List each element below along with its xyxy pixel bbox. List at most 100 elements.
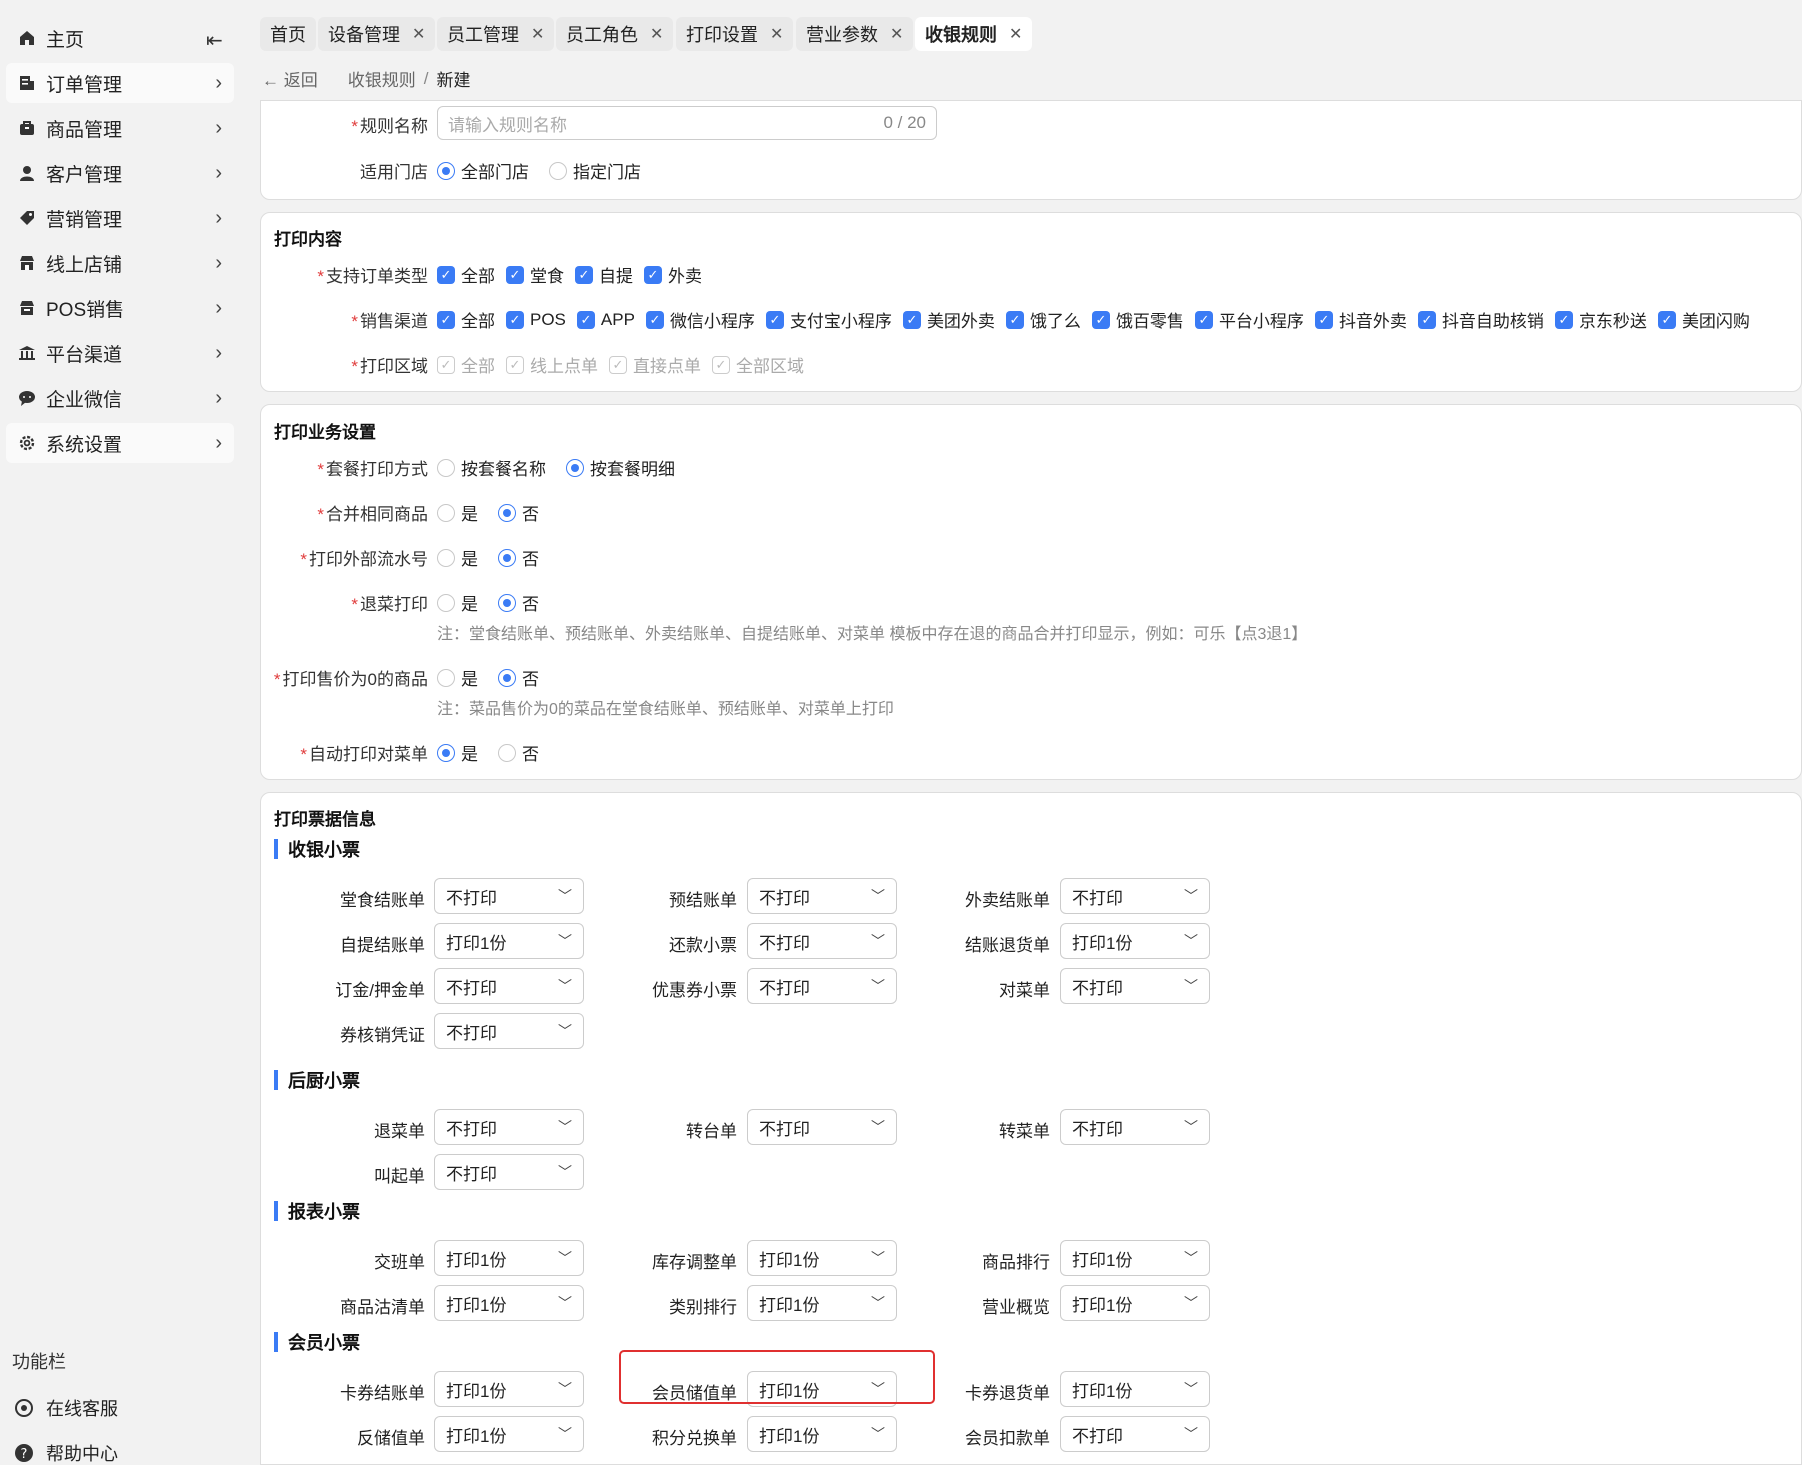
online-service-link[interactable]: 在线客服	[12, 1395, 118, 1421]
channels-checkbox[interactable]: ✓ 饿了么	[1005, 307, 1081, 332]
rule-name-label: * 规则名称	[351, 117, 428, 136]
rule-name-input[interactable]: 请输入规则名称 0 / 20	[437, 106, 937, 140]
ticket-select[interactable]: 不打印 ﹀	[434, 1109, 584, 1145]
print-zero-price-radio[interactable]: 是	[437, 665, 478, 690]
ticket-select[interactable]: 打印1份 ﹀	[434, 1371, 584, 1407]
sidebar-item-label: 客户管理	[46, 164, 123, 186]
merge-same-goods-radio[interactable]: 否	[498, 500, 539, 525]
refund-print-radio[interactable]: 否	[498, 590, 539, 615]
auto-print-checklist-radio[interactable]: 否	[498, 740, 539, 765]
areas-checkbox: ✓ 全部	[437, 352, 495, 377]
tab-7[interactable]: 收银规则 ✕	[915, 17, 1033, 51]
set-print-mode-radio[interactable]: 按套餐名称	[437, 455, 546, 480]
orderTypes-checkbox[interactable]: ✓ 自提	[575, 262, 633, 287]
tab-6[interactable]: 营业参数 ✕	[796, 17, 914, 51]
print-external-serial-radio[interactable]: 是	[437, 545, 478, 570]
close-icon[interactable]: ✕	[890, 24, 903, 44]
ticket-select-value: 打印1份	[759, 1295, 820, 1315]
tab-label: 收银规则	[925, 25, 997, 45]
ticket-select[interactable]: 不打印 ﹀	[1060, 878, 1210, 914]
close-icon[interactable]: ✕	[531, 24, 544, 44]
ticket-select[interactable]: 打印1份 ﹀	[434, 1240, 584, 1276]
sidebar-item-6[interactable]: 线上店铺 ›	[6, 243, 234, 283]
channels-checkbox[interactable]: ✓ 饿百零售	[1091, 307, 1184, 332]
set-print-mode-radio[interactable]: 按套餐明细	[566, 455, 675, 480]
ticket-select[interactable]: 打印1份 ﹀	[747, 1416, 897, 1452]
ticket-select[interactable]: 打印1份 ﹀	[1060, 1371, 1210, 1407]
back-button[interactable]: ← 返回	[262, 66, 318, 91]
sidebar-item-5[interactable]: 营销管理 ›	[6, 198, 234, 238]
channels-checkbox[interactable]: ✓ 微信小程序	[645, 307, 755, 332]
ticket-select[interactable]: 不打印 ﹀	[1060, 968, 1210, 1004]
tab-3[interactable]: 员工管理 ✕	[437, 17, 555, 51]
ticket-select[interactable]: 打印1份 ﹀	[1060, 923, 1210, 959]
ticket-select[interactable]: 打印1份 ﹀	[1060, 1240, 1210, 1276]
chevron-down-icon: ﹀	[871, 1250, 885, 1266]
sidebar-item-4[interactable]: 客户管理 ›	[6, 153, 234, 193]
sidebar-item-2[interactable]: 订单管理 ›	[6, 63, 234, 103]
orderTypes-checkbox[interactable]: ✓ 外卖	[644, 262, 702, 287]
close-icon[interactable]: ✕	[770, 24, 783, 44]
print-external-serial-radio[interactable]: 否	[498, 545, 539, 570]
close-icon[interactable]: ✕	[412, 24, 425, 44]
ticket-group-title: 会员小票	[274, 1329, 360, 1355]
check-icon: ✓	[506, 355, 524, 374]
channels-checkbox[interactable]: ✓ 美团外卖	[902, 307, 995, 332]
refund-print-radio[interactable]: 是	[437, 590, 478, 615]
channels-checkbox[interactable]: ✓ 美团闪购	[1657, 307, 1750, 332]
ticket-select[interactable]: 打印1份 ﹀	[747, 1285, 897, 1321]
close-icon[interactable]: ✕	[1009, 24, 1022, 44]
sidebar-item-7[interactable]: POS销售 ›	[6, 288, 234, 328]
channels-checkbox[interactable]: ✓ 全部	[437, 307, 495, 332]
auto-print-checklist-radio[interactable]: 是	[437, 740, 478, 765]
ticket-select[interactable]: 不打印 ﹀	[434, 968, 584, 1004]
ticket-select[interactable]: 打印1份 ﹀	[1060, 1285, 1210, 1321]
print-zero-price-radio[interactable]: 否	[498, 665, 539, 690]
ticket-select[interactable]: 打印1份 ﹀	[434, 1285, 584, 1321]
tab-5[interactable]: 打印设置 ✕	[676, 17, 794, 51]
sidebar-item-9[interactable]: 企业微信 ›	[6, 378, 234, 418]
order-icon	[16, 72, 38, 94]
ticket-select[interactable]: 打印1份 ﹀	[434, 1416, 584, 1452]
sidebar-item-3[interactable]: 商品管理 ›	[6, 108, 234, 148]
chevron-down-icon: ﹀	[558, 933, 572, 949]
merge-same-goods-radio[interactable]: 是	[437, 500, 478, 525]
channels-checkbox[interactable]: ✓ 抖音外卖	[1314, 307, 1407, 332]
ticket-select[interactable]: 不打印 ﹀	[747, 968, 897, 1004]
tab-2[interactable]: 设备管理 ✕	[318, 17, 436, 51]
store-specific-radio[interactable]: 指定门店	[549, 158, 641, 183]
sidebar-item-10[interactable]: 系统设置 ›	[6, 423, 234, 463]
tab-4[interactable]: 员工角色 ✕	[556, 17, 674, 51]
ticket-select[interactable]: 不打印 ﹀	[1060, 1109, 1210, 1145]
close-icon[interactable]: ✕	[650, 24, 663, 44]
breadcrumb-parent[interactable]: 收银规则	[348, 66, 416, 91]
ticket-select[interactable]: 不打印 ﹀	[434, 1013, 584, 1049]
store-all-radio[interactable]: 全部门店	[437, 158, 529, 183]
orderTypes-checkbox[interactable]: ✓ 全部	[437, 262, 495, 287]
tab-1[interactable]: 首页	[260, 17, 316, 51]
ticket-select-value: 打印1份	[759, 1250, 820, 1270]
set-print-mode-label: * 套餐打印方式	[317, 460, 428, 479]
channels-checkbox[interactable]: ✓ 平台小程序	[1194, 307, 1304, 332]
ticket-select[interactable]: 打印1份 ﹀	[747, 1240, 897, 1276]
orderTypes-checkbox[interactable]: ✓ 堂食	[506, 262, 564, 287]
ticket-select[interactable]: 不打印 ﹀	[434, 1154, 584, 1190]
ticket-select-value: 不打印	[1072, 888, 1123, 908]
ticket-select[interactable]: 不打印 ﹀	[1060, 1416, 1210, 1452]
ticket-select[interactable]: 打印1份 ﹀	[434, 923, 584, 959]
help-center-link[interactable]: ? 帮助中心	[12, 1440, 118, 1466]
sidebar-item-1[interactable]: 主页	[6, 18, 234, 58]
channels-checkbox[interactable]: ✓ 支付宝小程序	[765, 307, 892, 332]
channels-checkbox[interactable]: ✓ 京东秒送	[1554, 307, 1647, 332]
tab-label: 首页	[270, 25, 306, 45]
ticket-select[interactable]: 不打印 ﹀	[747, 923, 897, 959]
ticket-label: 叫起单	[374, 1167, 425, 1186]
ticket-select-value: 打印1份	[1072, 1295, 1133, 1315]
channels-checkbox[interactable]: ✓ APP	[576, 310, 635, 330]
ticket-select[interactable]: 不打印 ﹀	[434, 878, 584, 914]
sidebar-item-8[interactable]: 平台渠道 ›	[6, 333, 234, 373]
channels-checkbox[interactable]: ✓ 抖音自助核销	[1417, 307, 1544, 332]
channels-checkbox[interactable]: ✓ POS	[506, 310, 566, 330]
ticket-select[interactable]: 不打印 ﹀	[747, 1109, 897, 1145]
ticket-select[interactable]: 不打印 ﹀	[747, 878, 897, 914]
